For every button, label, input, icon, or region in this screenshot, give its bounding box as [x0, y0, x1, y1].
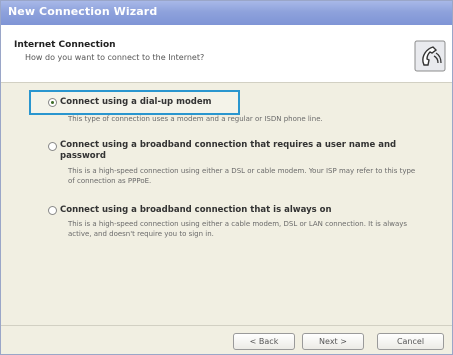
option-label: Connect using a dial-up modem: [60, 97, 212, 107]
wizard-header: Internet Connection How do you want to c…: [1, 25, 452, 83]
option-description: This is a high-speed connection using ei…: [68, 167, 416, 185]
option-label: Connect using a broadband connection tha…: [60, 205, 332, 215]
next-button[interactable]: Next >: [302, 333, 364, 350]
title-bar[interactable]: New Connection Wizard: [1, 1, 452, 25]
page-subtitle: How do you want to connect to the Intern…: [25, 53, 205, 62]
cancel-button[interactable]: Cancel: [377, 333, 444, 350]
page-title: Internet Connection: [14, 40, 116, 50]
window-title: New Connection Wizard: [8, 5, 158, 18]
option-description: This type of connection uses a modem and…: [68, 115, 323, 123]
option-description: This is a high-speed connection using ei…: [68, 220, 408, 238]
radio-dial-up[interactable]: [48, 98, 57, 107]
back-button[interactable]: < Back: [233, 333, 295, 350]
radio-broadband-password[interactable]: [48, 142, 57, 151]
wizard-window: New Connection Wizard Internet Connectio…: [0, 0, 453, 355]
phone-connection-icon: [414, 40, 446, 72]
option-label: Connect using a broadband connection tha…: [60, 140, 397, 161]
footer-divider: [1, 325, 452, 326]
radio-broadband-always-on[interactable]: [48, 206, 57, 215]
